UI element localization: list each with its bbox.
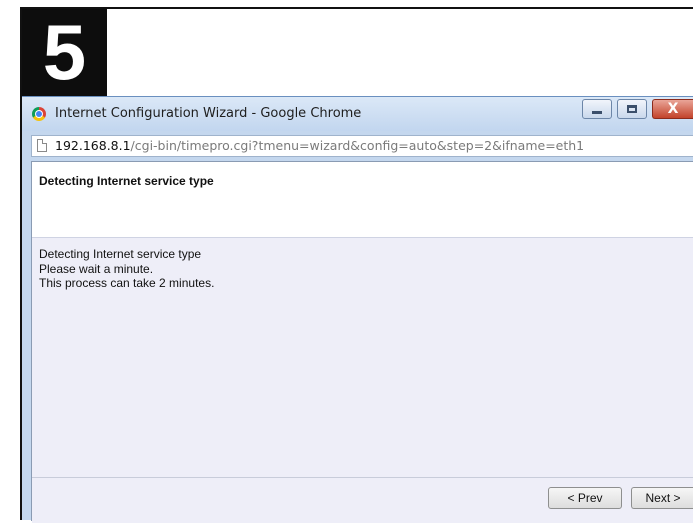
minimize-button[interactable] bbox=[582, 99, 612, 119]
maximize-button[interactable] bbox=[617, 99, 647, 119]
wizard-content: Detecting Internet service type Detectin… bbox=[31, 161, 693, 523]
close-button[interactable]: X bbox=[652, 99, 693, 119]
maximize-icon bbox=[627, 105, 637, 113]
window-title: Internet Configuration Wizard - Google C… bbox=[55, 106, 362, 121]
wizard-header: Detecting Internet service type bbox=[32, 162, 693, 238]
window-titlebar[interactable]: Internet Configuration Wizard - Google C… bbox=[22, 97, 693, 131]
minimize-icon bbox=[592, 111, 602, 114]
address-bar[interactable]: 192.168.8.1/cgi-bin/timepro.cgi?tmenu=wi… bbox=[31, 135, 693, 157]
page-frame-top bbox=[20, 7, 693, 9]
wizard-header-title: Detecting Internet service type bbox=[39, 174, 214, 188]
step-number-badge: 5 bbox=[22, 9, 107, 96]
browser-window: Internet Configuration Wizard - Google C… bbox=[22, 96, 693, 523]
url-path: /cgi-bin/timepro.cgi?tmenu=wizard&config… bbox=[130, 138, 585, 153]
status-messages: Detecting Internet service type Please w… bbox=[39, 247, 214, 291]
wizard-footer: < Prev Next > bbox=[32, 477, 693, 523]
url-host: 192.168.8.1 bbox=[55, 138, 131, 153]
url-text: 192.168.8.1/cgi-bin/timepro.cgi?tmenu=wi… bbox=[55, 138, 584, 153]
chrome-icon bbox=[32, 107, 46, 121]
close-icon: X bbox=[667, 101, 679, 117]
status-message-line: Detecting Internet service type bbox=[39, 247, 202, 261]
status-message-line: Please wait a minute. bbox=[39, 261, 154, 276]
prev-button[interactable]: < Prev bbox=[548, 487, 622, 509]
status-message-line: This process can take 2 minutes. bbox=[39, 276, 215, 290]
next-button[interactable]: Next > bbox=[631, 487, 693, 509]
page-icon bbox=[37, 139, 47, 152]
